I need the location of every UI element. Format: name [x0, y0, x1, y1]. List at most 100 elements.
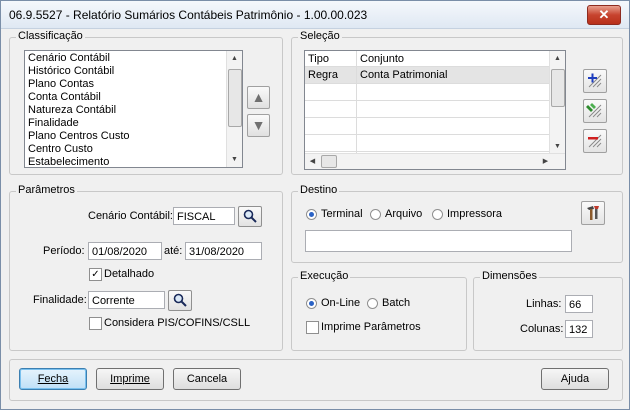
periodo-inicio-input[interactable]: 01/08/2020 — [88, 242, 162, 260]
impressora-label: Impressora — [447, 208, 503, 220]
window-title: 06.9.5527 - Relatório Sumários Contábeis… — [9, 8, 368, 22]
destino-config-button[interactable] — [581, 201, 605, 225]
detalhado-label: Detalhado — [104, 268, 155, 280]
selecao-grid[interactable]: Tipo Conjunto Regra Conta Patrimonial ▲ ▼… — [304, 50, 566, 170]
radio-batch[interactable] — [367, 298, 378, 309]
remove-selection-button[interactable] — [583, 129, 607, 153]
radio-arquivo[interactable] — [370, 209, 381, 220]
move-up-button[interactable]: ▲ — [247, 86, 270, 109]
table-row[interactable] — [305, 117, 550, 135]
scroll-up-icon[interactable]: ▲ — [227, 51, 242, 66]
table-cell[interactable] — [305, 134, 357, 152]
parametros-group: Parâmetros Cenário Contábil: FISCAL Perí… — [9, 184, 283, 351]
considera-checkbox[interactable] — [89, 317, 102, 330]
add-icon — [588, 73, 602, 88]
list-item[interactable]: Natureza Contábil — [25, 104, 242, 117]
scroll-down-icon[interactable]: ▼ — [550, 139, 565, 154]
list-item[interactable]: Plano Centros Custo — [25, 130, 242, 143]
colunas-input[interactable]: 132 — [565, 320, 593, 338]
scroll-thumb-h[interactable] — [321, 155, 337, 168]
selecao-group: Seleção Tipo Conjunto Regra Conta Patrimo… — [291, 30, 623, 175]
classificacao-scrollbar[interactable]: ▲ ▼ — [226, 51, 242, 167]
cenario-label: Cenário Contábil: — [88, 210, 173, 222]
scroll-right-icon[interactable]: ▶ — [538, 154, 553, 169]
radio-terminal[interactable] — [306, 209, 317, 220]
cancela-label: Cancela — [186, 373, 228, 385]
table-cell[interactable] — [305, 100, 357, 118]
selecao-vscroll[interactable]: ▲ ▼ — [549, 51, 565, 154]
online-label: On-Line — [321, 297, 361, 309]
search-icon — [173, 293, 187, 307]
scroll-down-icon[interactable]: ▼ — [227, 152, 242, 167]
linhas-label: Linhas: — [526, 298, 562, 310]
close-button[interactable]: ✕ — [587, 5, 621, 25]
table-row[interactable]: Regra Conta Patrimonial — [305, 66, 550, 84]
selecao-hscroll[interactable]: ◀ ▶ — [305, 153, 565, 169]
cenario-input[interactable]: FISCAL — [173, 207, 235, 225]
table-row[interactable] — [305, 100, 550, 118]
ajuda-button[interactable]: Ajuda — [541, 368, 609, 390]
table-cell[interactable]: Regra — [305, 66, 357, 84]
table-cell[interactable] — [356, 100, 550, 118]
detalhado-checkbox[interactable]: ✓ — [89, 268, 102, 281]
add-selection-button[interactable] — [583, 69, 607, 93]
ajuda-label: Ajuda — [560, 373, 590, 385]
fecha-label: Fecha — [37, 373, 69, 385]
destino-path-input[interactable] — [305, 230, 572, 252]
list-item[interactable]: Cenário Contábil — [25, 52, 242, 65]
parametros-legend: Parâmetros — [16, 184, 77, 196]
column-header-tipo[interactable]: Tipo — [305, 51, 357, 67]
periodo-label: Período: — [43, 245, 85, 257]
ate-label: até: — [164, 245, 183, 257]
colunas-label: Colunas: — [520, 323, 564, 335]
list-item[interactable]: Plano Contas — [25, 78, 242, 91]
scroll-thumb[interactable] — [551, 69, 565, 107]
dimensoes-group: Dimensões Linhas: 66 Colunas: 132 — [473, 270, 623, 351]
radio-online[interactable] — [306, 298, 317, 309]
title-bar[interactable]: 06.9.5527 - Relatório Sumários Contábeis… — [1, 1, 629, 29]
table-cell[interactable] — [356, 117, 550, 135]
tools-icon — [587, 206, 599, 220]
cancela-button[interactable]: Cancela — [173, 368, 241, 390]
destino-legend: Destino — [298, 184, 340, 196]
move-down-button[interactable]: ▼ — [247, 114, 270, 137]
finalidade-input[interactable]: Corrente — [88, 291, 165, 309]
search-icon — [243, 209, 257, 223]
cenario-search-button[interactable] — [238, 206, 262, 227]
arquivo-label: Arquivo — [385, 208, 423, 220]
column-header-conjunto[interactable]: Conjunto — [356, 51, 550, 67]
destino-group: Destino Terminal Arquivo Impressora — [291, 184, 623, 263]
scroll-up-icon[interactable]: ▲ — [550, 51, 565, 66]
arrow-down-icon: ▼ — [251, 117, 266, 133]
terminal-label: Terminal — [321, 208, 363, 220]
table-cell[interactable]: Conta Patrimonial — [356, 66, 550, 84]
classificacao-list[interactable]: Cenário Contábil Histórico Contábil Plano … — [24, 50, 243, 168]
list-item[interactable]: Finalidade — [25, 117, 242, 130]
edit-icon — [586, 103, 602, 118]
table-cell[interactable] — [356, 83, 550, 101]
list-item[interactable]: Estabelecimento — [25, 156, 242, 167]
scroll-left-icon[interactable]: ◀ — [305, 154, 320, 169]
imprime-button[interactable]: Imprime — [96, 368, 164, 390]
imprime-parametros-checkbox[interactable] — [306, 321, 319, 334]
grid-header: Tipo Conjunto — [305, 51, 550, 67]
scroll-thumb[interactable] — [228, 69, 242, 127]
edit-selection-button[interactable] — [583, 99, 607, 123]
list-item[interactable]: Centro Custo — [25, 143, 242, 156]
linhas-input[interactable]: 66 — [565, 295, 593, 313]
imprime-parametros-label: Imprime Parâmetros — [321, 321, 421, 333]
finalidade-search-button[interactable] — [168, 290, 192, 311]
periodo-fim-input[interactable]: 31/08/2020 — [185, 242, 262, 260]
finalidade-label: Finalidade: — [33, 294, 87, 306]
execucao-legend: Execução — [298, 270, 351, 282]
table-cell[interactable] — [305, 83, 357, 101]
list-item[interactable]: Histórico Contábil — [25, 65, 242, 78]
radio-impressora[interactable] — [432, 209, 443, 220]
remove-icon — [588, 134, 602, 148]
list-item[interactable]: Conta Contábil — [25, 91, 242, 104]
table-cell[interactable] — [305, 117, 357, 135]
table-row[interactable] — [305, 134, 550, 152]
table-row[interactable] — [305, 83, 550, 101]
fecha-button[interactable]: Fecha — [19, 368, 87, 390]
table-cell[interactable] — [356, 134, 550, 152]
